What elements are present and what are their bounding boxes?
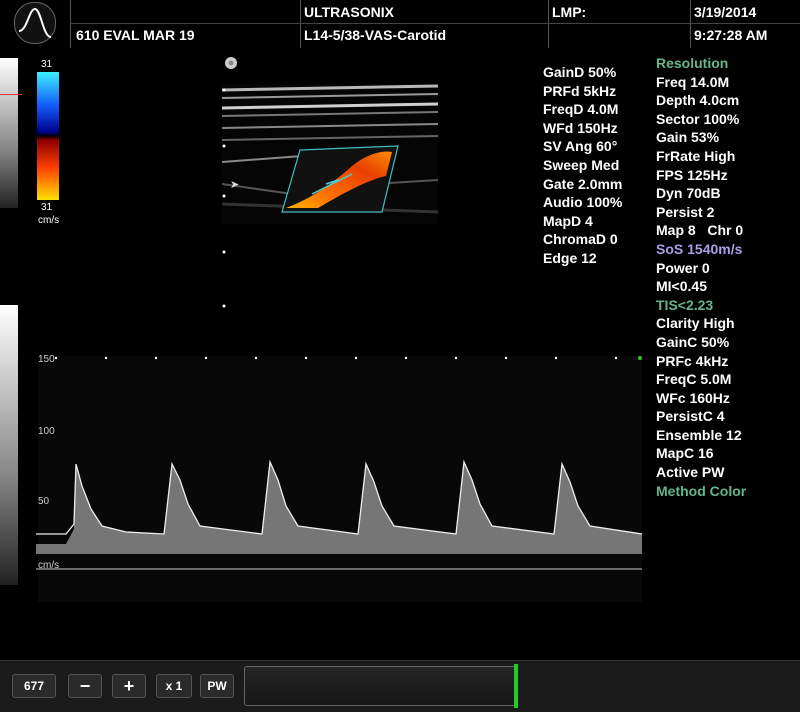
scale-label-100: 100 xyxy=(38,426,55,437)
depth-marker xyxy=(0,94,22,95)
color-scale-bottom-value: 31 xyxy=(41,202,53,213)
param-audio: Audio 100% xyxy=(543,194,623,211)
cine-slider-handle[interactable] xyxy=(514,664,518,708)
param-tis: TIS<2.23 xyxy=(656,296,714,313)
param-sv-ang: SV Ang 60° xyxy=(543,138,618,155)
param-freqd: FreqD 4.0M xyxy=(543,101,619,118)
param-persistc: PersistC 4 xyxy=(656,408,725,425)
gray-scale-bar-top xyxy=(0,58,18,208)
param-active: Active PW xyxy=(656,464,725,481)
increment-button[interactable]: + xyxy=(112,674,146,698)
patient-id: 610 EVAL MAR 19 xyxy=(76,27,195,43)
exam-date: 3/19/2014 xyxy=(694,4,757,20)
color-velocity-scale xyxy=(37,72,59,200)
param-sweep: Sweep Med xyxy=(543,156,620,173)
doppler-param-list: GainD 50% PRFd 5kHz FreqD 4.0M WFd 150Hz… xyxy=(543,63,622,268)
param-mapc: MapC 16 xyxy=(656,445,714,462)
param-freqc: FreqC 5.0M xyxy=(656,371,732,388)
brand-label: ULTRASONIX xyxy=(304,4,394,20)
param-sos: SoS 1540m/s xyxy=(656,240,743,257)
param-mi: MI<0.45 xyxy=(656,278,707,295)
param-prfd: PRFd 5kHz xyxy=(543,82,617,99)
lmp-label: LMP: xyxy=(552,4,587,20)
header-bar: ULTRASONIX LMP: 3/19/2014 610 EVAL MAR 1… xyxy=(0,0,800,48)
gray-scale-bar-bottom xyxy=(0,305,18,585)
probe-orientation-icon xyxy=(224,56,238,75)
ultrasonix-logo-icon xyxy=(14,2,56,44)
preset-name: L14-5/38-VAS-Carotid xyxy=(304,27,447,43)
decrement-button[interactable]: − xyxy=(68,674,102,698)
param-map-chr: Map 8 Chr 0 xyxy=(656,222,744,239)
param-resolution: Resolution xyxy=(656,55,729,71)
color-scale-unit: cm/s xyxy=(38,215,60,226)
param-gainc: GainC 50% xyxy=(656,333,730,350)
spectrum-unit: cm/s xyxy=(38,560,60,571)
zoom-button[interactable]: x 1 xyxy=(156,674,192,698)
param-wfc: WFc 160Hz xyxy=(656,389,730,406)
depth-scale-dots xyxy=(222,84,226,314)
param-freq: Freq 14.0M xyxy=(656,73,730,90)
scale-label-50: 50 xyxy=(38,496,50,507)
pw-mode-button[interactable]: PW xyxy=(200,674,234,698)
param-mapd: MapD 4 xyxy=(543,212,593,229)
param-sector: Sector 100% xyxy=(656,110,740,127)
param-dyn: Dyn 70dB xyxy=(656,185,721,202)
b-mode-image xyxy=(221,84,439,224)
param-edge: Edge 12 xyxy=(543,249,597,266)
imaging-param-list: Resolution Freq 14.0M Depth 4.0cm Sector… xyxy=(656,54,746,500)
doppler-spectrum xyxy=(36,354,643,604)
param-gaind: GainD 50% xyxy=(543,64,617,80)
focus-marker-icon: ➤ xyxy=(230,179,240,191)
param-power: Power 0 xyxy=(656,259,710,276)
param-ensemble: Ensemble 12 xyxy=(656,426,742,443)
param-persist: Persist 2 xyxy=(656,203,715,220)
param-chromad: ChromaD 0 xyxy=(543,231,618,248)
param-wfd: WFd 150Hz xyxy=(543,119,618,136)
exam-time: 9:27:28 AM xyxy=(694,27,768,43)
scale-label-150: 150 xyxy=(38,354,55,365)
param-fps: FPS 125Hz xyxy=(656,166,728,183)
cine-slider[interactable] xyxy=(244,666,516,706)
param-gate: Gate 2.0mm xyxy=(543,175,623,192)
color-scale-top-value: 31 xyxy=(41,59,53,70)
param-method: Method Color xyxy=(656,482,747,499)
param-clarity: Clarity High xyxy=(656,315,735,332)
param-prfc: PRFc 4kHz xyxy=(656,352,729,369)
frame-counter: 677 xyxy=(12,674,56,698)
param-gain: Gain 53% xyxy=(656,129,720,146)
param-frrate: FrRate High xyxy=(656,147,736,164)
param-depth: Depth 4.0cm xyxy=(656,92,740,109)
